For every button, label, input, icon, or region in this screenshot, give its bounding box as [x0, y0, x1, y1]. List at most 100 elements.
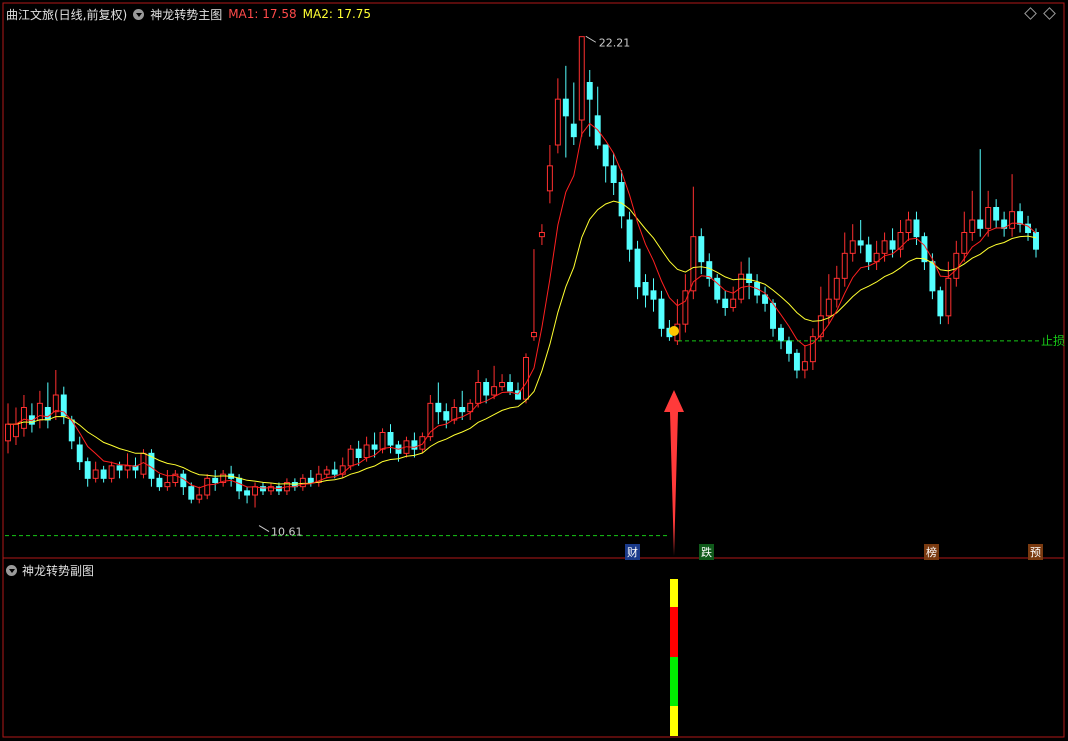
candle-body [785, 340, 792, 354]
candle-body [355, 448, 362, 458]
candle-body [530, 332, 537, 338]
candle-body [124, 465, 131, 471]
candle-body [929, 261, 936, 292]
candle-body [523, 357, 529, 400]
candle-body [937, 290, 944, 317]
candle-body [188, 486, 195, 500]
sub-chart-header: 神龙转势副图 [6, 562, 94, 579]
candle-body [825, 298, 832, 317]
candle-body [658, 298, 665, 329]
candle-body [793, 352, 800, 371]
sub-signal-bars [670, 579, 678, 736]
candle-body [212, 477, 219, 484]
main-chart-header: 曲江文旅(日线,前复权) 神龙转势主图 MA1: 17.58 MA2: 17.7… [6, 6, 371, 22]
candle-body [586, 82, 593, 100]
indicator-menu-icon[interactable] [133, 8, 145, 20]
candle-body [20, 407, 27, 429]
candle-body [817, 315, 824, 338]
candle-body [307, 477, 314, 484]
candle-body [945, 277, 952, 317]
candle-body [76, 444, 83, 463]
signal-bar-segment [670, 706, 678, 736]
candle-body [108, 465, 115, 479]
candle-body [323, 469, 330, 475]
candle-body [706, 261, 713, 279]
candle-body [204, 477, 211, 496]
stock-title: 曲江文旅(日线,前复权) [6, 7, 128, 22]
candle-body [650, 290, 657, 300]
candle-body [435, 402, 442, 413]
candle-body [618, 182, 625, 217]
background [0, 0, 1068, 741]
candle-body [841, 252, 848, 279]
candle-body [411, 440, 418, 450]
candle-body [602, 144, 609, 167]
candle-body [626, 219, 633, 250]
candle-body [977, 219, 984, 229]
candle-body [92, 469, 99, 479]
candle-body [730, 298, 737, 308]
candle-body [538, 232, 545, 238]
candle-body [570, 123, 577, 138]
candle-body [36, 402, 43, 421]
candle-body [459, 407, 466, 413]
candle [714, 274, 721, 304]
candle-body [499, 382, 506, 388]
candle-body [244, 490, 251, 496]
candle-body [491, 386, 498, 396]
candle-body [260, 486, 266, 492]
candle-body [483, 382, 490, 396]
candle-body [475, 382, 482, 404]
collapse-diamond-icon[interactable] [1024, 7, 1037, 20]
candle-body [299, 477, 306, 488]
candle-body [642, 282, 649, 296]
candle-body [746, 273, 753, 283]
candle-body [84, 461, 91, 479]
marker-yu: 预 [1028, 544, 1043, 560]
indicator-name[interactable]: 神龙转势主图 [150, 6, 222, 23]
candle-body [387, 432, 394, 446]
candle-body [889, 240, 896, 250]
candle-body [985, 207, 992, 229]
signal-bar-segment [670, 579, 678, 607]
candle-body [252, 486, 259, 496]
candle-body [507, 382, 514, 392]
candle-body [905, 219, 912, 233]
candle-body [116, 465, 123, 471]
candle-body [1017, 211, 1024, 225]
candle [523, 353, 529, 404]
candle-body [953, 252, 960, 279]
signal-bar-segment [670, 607, 678, 657]
marker-die: 跌 [699, 544, 714, 560]
candle-body [347, 448, 354, 467]
sub-indicator-menu-icon[interactable] [6, 565, 17, 576]
candle-body [857, 240, 864, 246]
candle-body [881, 240, 888, 254]
window-controls [1024, 7, 1056, 20]
candle-body [762, 294, 769, 304]
candle-body [52, 394, 59, 413]
candle-body [419, 436, 426, 450]
candle-body [778, 327, 784, 342]
candle-body [12, 423, 19, 438]
candle-body [60, 394, 67, 417]
candle-body [562, 98, 569, 117]
candle-body [913, 219, 920, 238]
candle-body [865, 244, 872, 263]
ma1-value: MA1: 17.58 [228, 7, 297, 21]
sub-indicator-name[interactable]: 神龙转势副图 [22, 562, 94, 579]
ma2-value: MA2: 17.75 [302, 7, 372, 21]
candle-body [634, 248, 641, 288]
candle-body [698, 236, 705, 263]
chart-canvas[interactable]: 止损 22.21 10.61 [0, 0, 1068, 741]
candle-body [100, 469, 107, 479]
candle-body [610, 165, 617, 183]
candle-body [363, 444, 370, 458]
candle-body [443, 411, 450, 421]
candle-body [849, 240, 856, 254]
expand-diamond-icon[interactable] [1043, 7, 1056, 20]
marker-bang: 榜 [924, 544, 939, 560]
candle-body [546, 165, 553, 192]
low-label: 10.61 [271, 526, 303, 539]
candle-body [5, 423, 11, 442]
